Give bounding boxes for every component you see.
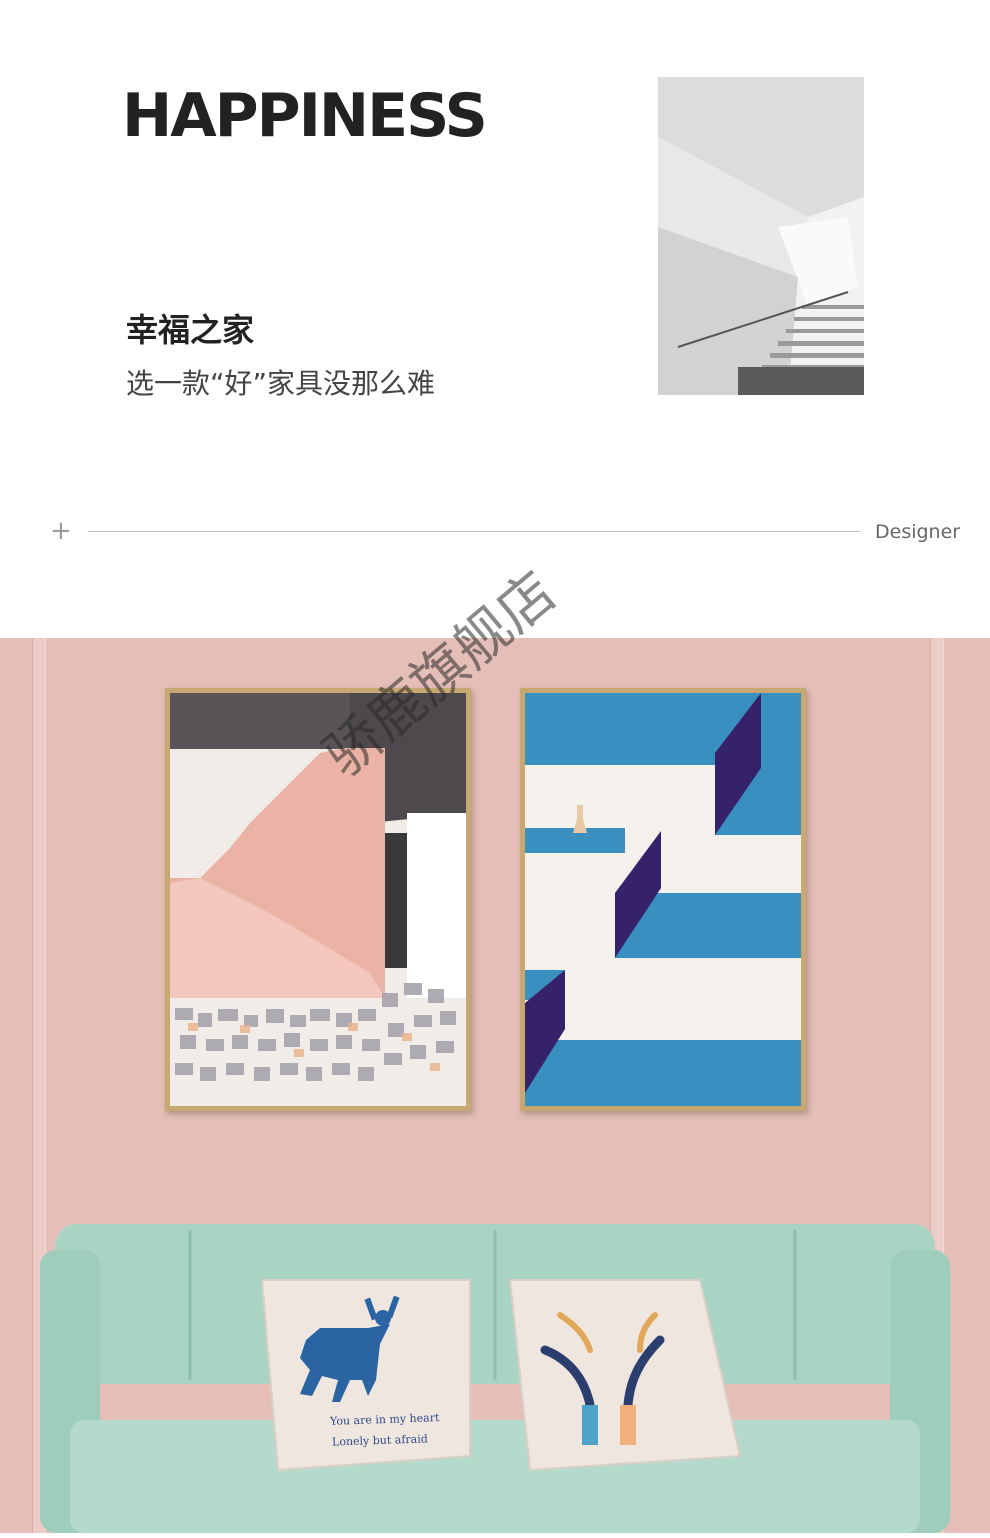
artwork-stairs-frame — [165, 688, 471, 1111]
divider-line — [88, 531, 860, 532]
tagline: 选一款“好”家具没那么难 — [126, 367, 436, 400]
plus-icon: + — [50, 516, 72, 546]
staircase-photo — [658, 77, 864, 395]
page-title: HAPPINESS — [122, 81, 488, 151]
divider-label: Designer — [875, 521, 961, 543]
artwork-blue-steps-frame — [520, 688, 806, 1111]
subtitle: 幸福之家 — [126, 311, 255, 349]
sofa — [0, 1220, 990, 1533]
